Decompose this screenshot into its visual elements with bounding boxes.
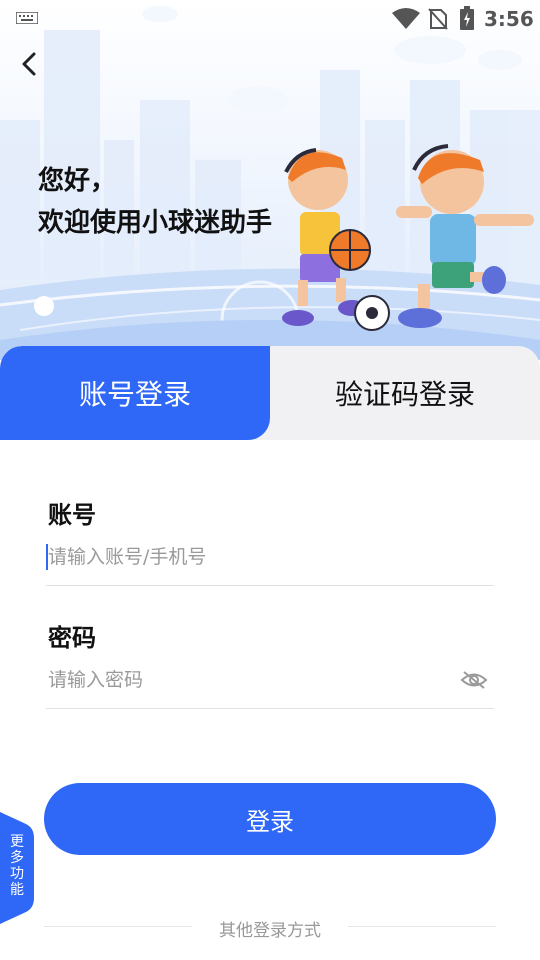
more-features-tab[interactable]: 更 多 功 能 (0, 812, 34, 924)
more-features-char: 更 (10, 834, 24, 850)
battery-charging-icon (460, 6, 474, 30)
login-tabs: 账号登录 验证码登录 (0, 346, 540, 440)
eye-hidden-icon[interactable] (460, 669, 488, 691)
more-features-char: 多 (10, 850, 24, 866)
more-features-char: 功 (10, 866, 24, 882)
more-features-label: 更 多 功 能 (6, 834, 28, 898)
more-features-char: 能 (10, 882, 24, 898)
account-input[interactable] (48, 537, 492, 577)
back-arrow-icon[interactable] (14, 48, 46, 80)
status-time: 3:56 (484, 7, 534, 31)
other-login-methods: 其他登录方式 (0, 916, 540, 941)
password-divider (46, 708, 494, 709)
password-input[interactable] (48, 660, 448, 700)
tab-code-login[interactable]: 验证码登录 (270, 346, 540, 440)
greeting-text: 您好， 欢迎使用小球迷助手 (38, 160, 272, 244)
password-label: 密码 (48, 624, 96, 652)
hero-banner: 3:56 您好， 欢迎使用小球迷助手 (0, 0, 540, 360)
account-divider (46, 585, 494, 586)
keyboard-icon (16, 12, 38, 24)
login-button[interactable]: 登录 (44, 783, 496, 855)
greeting-line-1: 您好， (38, 166, 117, 196)
account-label: 账号 (48, 501, 96, 529)
greeting-line-2: 欢迎使用小球迷助手 (38, 208, 273, 238)
status-bar: 3:56 (0, 0, 540, 36)
no-sim-icon (428, 8, 448, 30)
tab-account-login[interactable]: 账号登录 (0, 346, 270, 440)
login-form: 账号 密码 登录 其他登录方式 (0, 440, 540, 960)
other-login-text: 其他登录方式 (219, 921, 321, 941)
wifi-icon (392, 8, 420, 29)
